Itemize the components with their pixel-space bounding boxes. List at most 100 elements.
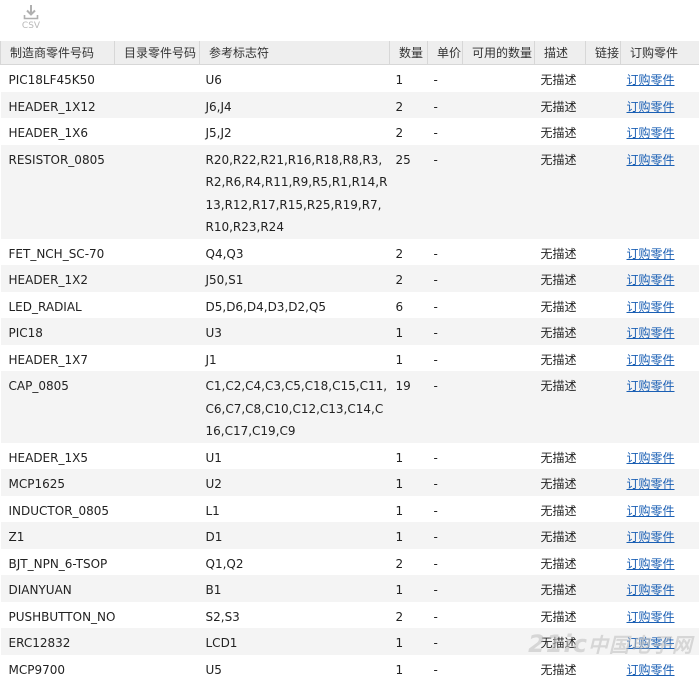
cell-desc: 无描述 — [535, 443, 586, 470]
cell-link — [586, 602, 621, 629]
col-header-refs[interactable]: 参考标志符 — [200, 41, 390, 65]
col-header-qty[interactable]: 数量 — [390, 41, 428, 65]
order-parts-link[interactable]: 订购零件 — [627, 557, 675, 571]
cell-available — [463, 496, 535, 523]
order-parts-link[interactable]: 订购零件 — [627, 663, 675, 677]
cell-catalog-part — [115, 602, 200, 629]
col-header-price[interactable]: 单价 — [428, 41, 463, 65]
order-parts-link[interactable]: 订购零件 — [627, 326, 675, 340]
cell-qty: 1 — [390, 496, 428, 523]
order-parts-link[interactable]: 订购零件 — [627, 583, 675, 597]
cell-refs: C1,C2,C4,C3,C5,C18,C15,C11,C6,C7,C8,C10,… — [200, 371, 390, 443]
bom-table: 制造商零件号码 目录零件号码 参考标志符 数量 单价 可用的数量 描述 链接 订… — [0, 41, 699, 681]
col-header-order[interactable]: 订购零件 — [621, 41, 699, 65]
cell-link — [586, 318, 621, 345]
cell-price: - — [428, 265, 463, 292]
cell-refs: J50,S1 — [200, 265, 390, 292]
cell-price: - — [428, 318, 463, 345]
col-header-desc[interactable]: 描述 — [535, 41, 586, 65]
cell-mfr-part: CAP_0805 — [1, 371, 115, 443]
cell-link — [586, 469, 621, 496]
order-parts-link[interactable]: 订购零件 — [627, 610, 675, 624]
bom-table-body: PIC18LF45K50U61-无描述订购零件HEADER_1X12J6,J42… — [1, 65, 699, 681]
cell-link — [586, 65, 621, 92]
cell-desc: 无描述 — [535, 575, 586, 602]
cell-desc: 无描述 — [535, 145, 586, 239]
order-parts-link[interactable]: 订购零件 — [627, 247, 675, 261]
order-parts-link[interactable]: 订购零件 — [627, 100, 675, 114]
cell-qty: 1 — [390, 469, 428, 496]
order-parts-link[interactable]: 订购零件 — [627, 379, 675, 393]
order-parts-link[interactable]: 订购零件 — [627, 273, 675, 287]
order-parts-link[interactable]: 订购零件 — [627, 73, 675, 87]
order-parts-link[interactable]: 订购零件 — [627, 353, 675, 367]
col-header-link[interactable]: 链接 — [586, 41, 621, 65]
cell-refs: U3 — [200, 318, 390, 345]
cell-refs: LCD1 — [200, 628, 390, 655]
col-header-mfr-part[interactable]: 制造商零件号码 — [1, 41, 115, 65]
table-row: HEADER_1X12J6,J42-无描述订购零件 — [1, 92, 699, 119]
cell-order: 订购零件 — [621, 118, 699, 145]
cell-link — [586, 443, 621, 470]
cell-price: - — [428, 92, 463, 119]
cell-link — [586, 239, 621, 266]
cell-price: - — [428, 345, 463, 372]
cell-order: 订购零件 — [621, 239, 699, 266]
table-row: PIC18LF45K50U61-无描述订购零件 — [1, 65, 699, 92]
cell-price: - — [428, 469, 463, 496]
cell-link — [586, 345, 621, 372]
col-header-available[interactable]: 可用的数量 — [463, 41, 535, 65]
table-row: MCP9700U51-无描述订购零件 — [1, 655, 699, 681]
cell-order: 订购零件 — [621, 602, 699, 629]
cell-desc: 无描述 — [535, 496, 586, 523]
cell-order: 订购零件 — [621, 292, 699, 319]
cell-catalog-part — [115, 496, 200, 523]
order-parts-link[interactable]: 订购零件 — [627, 477, 675, 491]
cell-desc: 无描述 — [535, 239, 586, 266]
cell-refs: Q1,Q2 — [200, 549, 390, 576]
order-parts-link[interactable]: 订购零件 — [627, 451, 675, 465]
order-parts-link[interactable]: 订购零件 — [627, 300, 675, 314]
cell-available — [463, 371, 535, 443]
cell-refs: J1 — [200, 345, 390, 372]
order-parts-link[interactable]: 订购零件 — [627, 504, 675, 518]
cell-qty: 2 — [390, 118, 428, 145]
col-header-catalog-part[interactable]: 目录零件号码 — [115, 41, 200, 65]
cell-desc: 无描述 — [535, 92, 586, 119]
cell-refs: D5,D6,D4,D3,D2,Q5 — [200, 292, 390, 319]
cell-refs: D1 — [200, 522, 390, 549]
cell-available — [463, 239, 535, 266]
cell-mfr-part: HEADER_1X7 — [1, 345, 115, 372]
cell-catalog-part — [115, 522, 200, 549]
cell-catalog-part — [115, 345, 200, 372]
cell-mfr-part: ERC12832 — [1, 628, 115, 655]
cell-order: 订购零件 — [621, 65, 699, 92]
cell-qty: 2 — [390, 265, 428, 292]
cell-catalog-part — [115, 145, 200, 239]
cell-link — [586, 655, 621, 681]
cell-qty: 1 — [390, 345, 428, 372]
table-row: FET_NCH_SC-70Q4,Q32-无描述订购零件 — [1, 239, 699, 266]
order-parts-link[interactable]: 订购零件 — [627, 153, 675, 167]
cell-qty: 1 — [390, 575, 428, 602]
cell-mfr-part: HEADER_1X2 — [1, 265, 115, 292]
cell-catalog-part — [115, 92, 200, 119]
cell-catalog-part — [115, 469, 200, 496]
order-parts-link[interactable]: 订购零件 — [627, 126, 675, 140]
order-parts-link[interactable]: 订购零件 — [627, 530, 675, 544]
cell-available — [463, 602, 535, 629]
csv-export-button[interactable]: CSV — [16, 4, 46, 38]
cell-desc: 无描述 — [535, 655, 586, 681]
cell-desc: 无描述 — [535, 549, 586, 576]
cell-price: - — [428, 549, 463, 576]
order-parts-link[interactable]: 订购零件 — [627, 636, 675, 650]
table-row: INDUCTOR_0805L11-无描述订购零件 — [1, 496, 699, 523]
cell-refs: J5,J2 — [200, 118, 390, 145]
cell-order: 订购零件 — [621, 443, 699, 470]
cell-refs: S2,S3 — [200, 602, 390, 629]
cell-qty: 2 — [390, 92, 428, 119]
table-row: RESISTOR_0805R20,R22,R21,R16,R18,R8,R3,R… — [1, 145, 699, 239]
cell-price: - — [428, 145, 463, 239]
cell-price: - — [428, 628, 463, 655]
cell-refs: U2 — [200, 469, 390, 496]
